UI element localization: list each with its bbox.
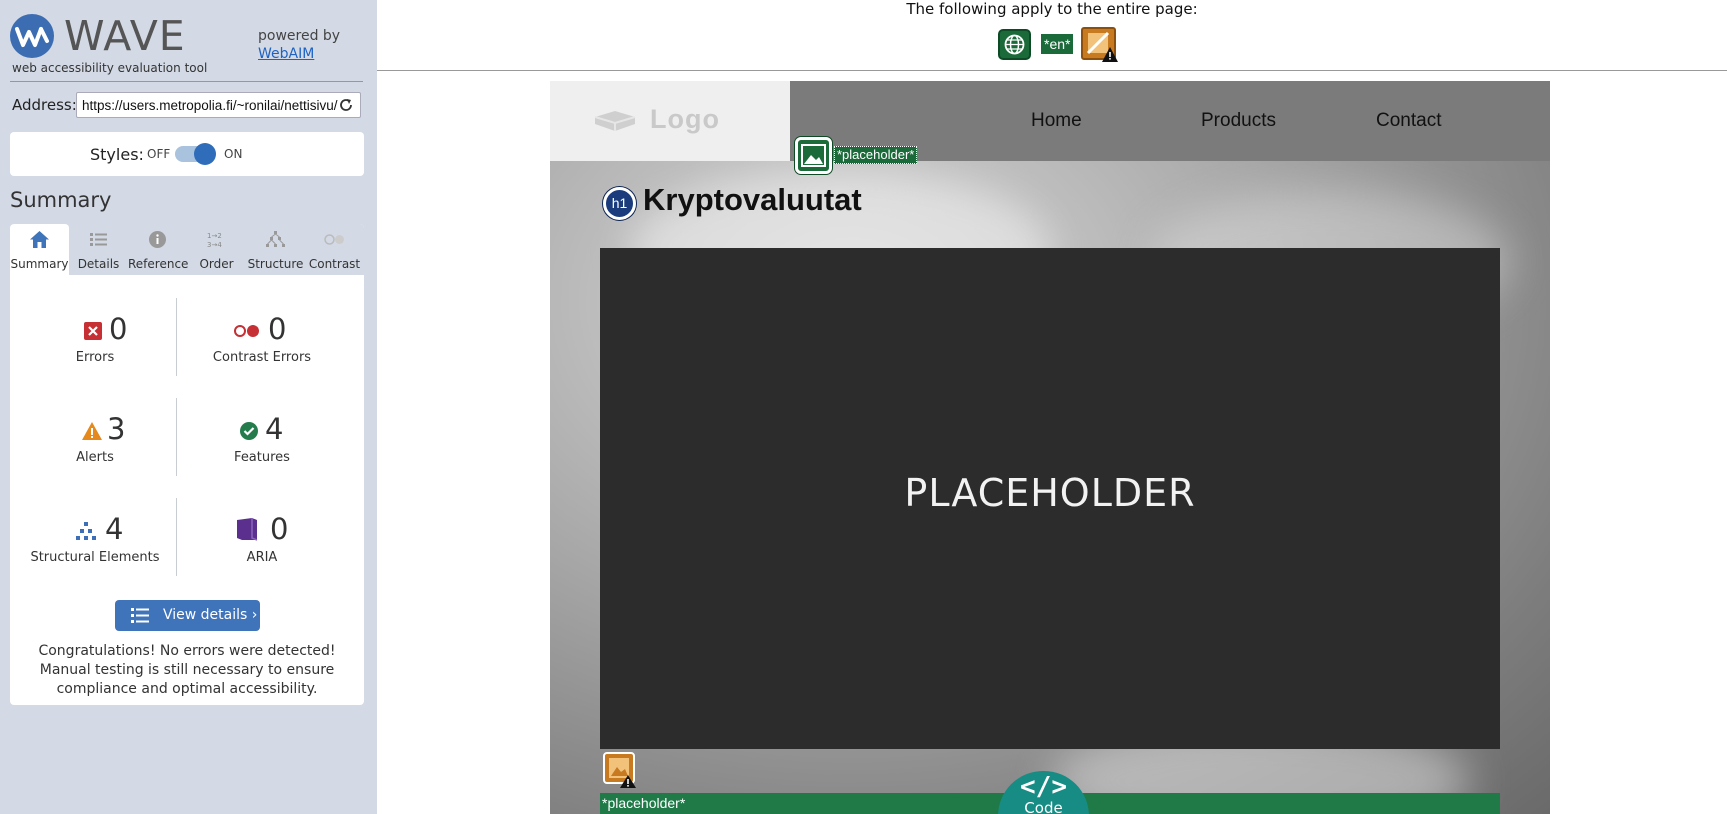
nav-contact-link[interactable]: Contact bbox=[1376, 110, 1441, 132]
wave-logo-text: WAVE bbox=[64, 12, 186, 60]
globe-icon[interactable] bbox=[998, 29, 1031, 60]
list-icon bbox=[88, 230, 109, 249]
language-badge[interactable]: *en* bbox=[1041, 34, 1074, 54]
info-icon bbox=[147, 230, 168, 249]
alerts-label: Alerts bbox=[76, 450, 114, 465]
page-divider bbox=[377, 70, 1727, 71]
wave-sidebar: WAVE web accessibility evaluation tool p… bbox=[0, 0, 377, 814]
order-icon: 1→2 3→4 bbox=[206, 230, 227, 249]
structure-icon bbox=[75, 520, 97, 542]
bottom-alt-tag: *placeholder* bbox=[602, 795, 686, 811]
panel-tabs: Summary Details Reference 1→23→4 Order bbox=[10, 224, 364, 275]
contrast-errors-label: Contrast Errors bbox=[212, 350, 312, 365]
errors-count: 0 bbox=[109, 312, 128, 346]
home-icon bbox=[29, 230, 50, 249]
contrast-error-icon bbox=[233, 320, 261, 342]
errors-label: Errors bbox=[75, 350, 115, 365]
address-input[interactable]: https://users.metropolia.fi/~ronilai/net… bbox=[76, 92, 361, 118]
page-level-heading: The following apply to the entire page: bbox=[906, 0, 1198, 18]
stat-features[interactable]: 4 Features bbox=[182, 406, 342, 476]
stat-divider bbox=[176, 498, 177, 576]
logo-cube-icon bbox=[594, 110, 636, 132]
code-icon: </> bbox=[1020, 772, 1067, 802]
page-alert-icon[interactable] bbox=[1081, 27, 1119, 64]
tab-details[interactable]: Details bbox=[69, 224, 128, 275]
powered-by-text: powered by bbox=[258, 28, 341, 44]
code-toggle-button[interactable]: </> Code bbox=[998, 771, 1089, 814]
nav-home-link[interactable]: Home bbox=[1031, 110, 1082, 132]
address-value[interactable]: https://users.metropolia.fi/~ronilai/net… bbox=[82, 98, 338, 113]
stat-errors[interactable]: 0 Errors bbox=[15, 306, 175, 376]
summary-heading: Summary bbox=[10, 188, 112, 212]
styles-toggle-knob[interactable] bbox=[194, 143, 216, 165]
code-label: Code bbox=[1024, 799, 1063, 814]
hero-placeholder-image: PLACEHOLDER bbox=[600, 248, 1500, 749]
stat-divider bbox=[176, 398, 177, 476]
h1-structure-icon[interactable]: h1 bbox=[603, 187, 636, 220]
features-count: 4 bbox=[265, 412, 284, 446]
tab-structure-label: Structure bbox=[247, 257, 304, 271]
address-label: Address: bbox=[12, 96, 77, 114]
features-label: Features bbox=[234, 450, 290, 465]
stat-alerts[interactable]: 3 Alerts bbox=[15, 406, 175, 476]
wave-logo-icon bbox=[10, 14, 54, 58]
view-details-button[interactable]: View details › bbox=[115, 600, 260, 631]
list-icon bbox=[131, 608, 149, 623]
structural-count: 4 bbox=[105, 512, 124, 546]
view-details-label: View details › bbox=[163, 607, 258, 623]
tab-summary[interactable]: Summary bbox=[10, 224, 69, 275]
stat-aria[interactable]: 0 ARIA bbox=[182, 506, 342, 576]
congrats-message: Congratulations! No errors were detected… bbox=[38, 643, 336, 697]
tab-reference[interactable]: Reference bbox=[128, 224, 189, 275]
stat-contrast-errors[interactable]: 0 Contrast Errors bbox=[182, 306, 342, 376]
tab-contrast-label: Contrast bbox=[308, 257, 361, 271]
wave-tagline: web accessibility evaluation tool bbox=[12, 61, 208, 75]
styles-toggle-panel: Styles: OFF ON bbox=[10, 132, 364, 176]
svg-text:3→4: 3→4 bbox=[207, 241, 222, 249]
image-alt-tag: *placeholder* bbox=[834, 146, 918, 164]
hero-placeholder-text: PLACEHOLDER bbox=[904, 471, 1196, 515]
error-icon bbox=[82, 320, 104, 342]
page-heading: Kryptovaluutat bbox=[643, 182, 862, 217]
summary-panel: Summary Details Reference 1→23→4 Order bbox=[10, 224, 364, 705]
stat-divider bbox=[176, 298, 177, 376]
contrast-icon bbox=[324, 230, 345, 249]
structure-icon bbox=[265, 230, 286, 249]
feature-icon bbox=[238, 420, 260, 442]
refresh-icon[interactable] bbox=[337, 96, 355, 114]
tab-structure[interactable]: Structure bbox=[246, 224, 305, 275]
tab-summary-label: Summary bbox=[10, 257, 69, 271]
svg-text:1→2: 1→2 bbox=[207, 232, 222, 240]
alert-icon bbox=[81, 420, 103, 442]
stat-structural[interactable]: 4 Structural Elements bbox=[15, 506, 175, 576]
tab-order-label: Order bbox=[199, 257, 234, 271]
site-preview: Logo Home Products Contact *placeholder*… bbox=[550, 81, 1550, 814]
styles-label: Styles: bbox=[90, 145, 144, 164]
page-level-icons: *en* bbox=[998, 27, 1118, 63]
styles-on-label: ON bbox=[224, 147, 243, 161]
sidebar-divider bbox=[10, 81, 363, 82]
contrast-errors-count: 0 bbox=[268, 312, 287, 346]
tab-order[interactable]: 1→2 3→4 Order bbox=[187, 224, 246, 275]
tab-reference-label: Reference bbox=[128, 257, 189, 271]
site-logo-area[interactable]: Logo bbox=[550, 81, 790, 161]
tab-contrast[interactable]: Contrast bbox=[305, 224, 364, 275]
image-alert-icon[interactable] bbox=[603, 751, 637, 789]
site-logo-text: Logo bbox=[650, 104, 720, 134]
tab-details-label: Details bbox=[77, 257, 120, 271]
alerts-count: 3 bbox=[107, 412, 126, 446]
styles-off-label: OFF bbox=[147, 147, 171, 161]
aria-label: ARIA bbox=[246, 550, 278, 565]
aria-icon bbox=[234, 516, 260, 542]
webaim-link[interactable]: WebAIM bbox=[258, 46, 314, 62]
aria-count: 0 bbox=[270, 512, 289, 546]
nav-products-link[interactable]: Products bbox=[1201, 110, 1276, 132]
structural-label: Structural Elements bbox=[30, 550, 160, 565]
image-feature-icon[interactable] bbox=[795, 137, 832, 174]
